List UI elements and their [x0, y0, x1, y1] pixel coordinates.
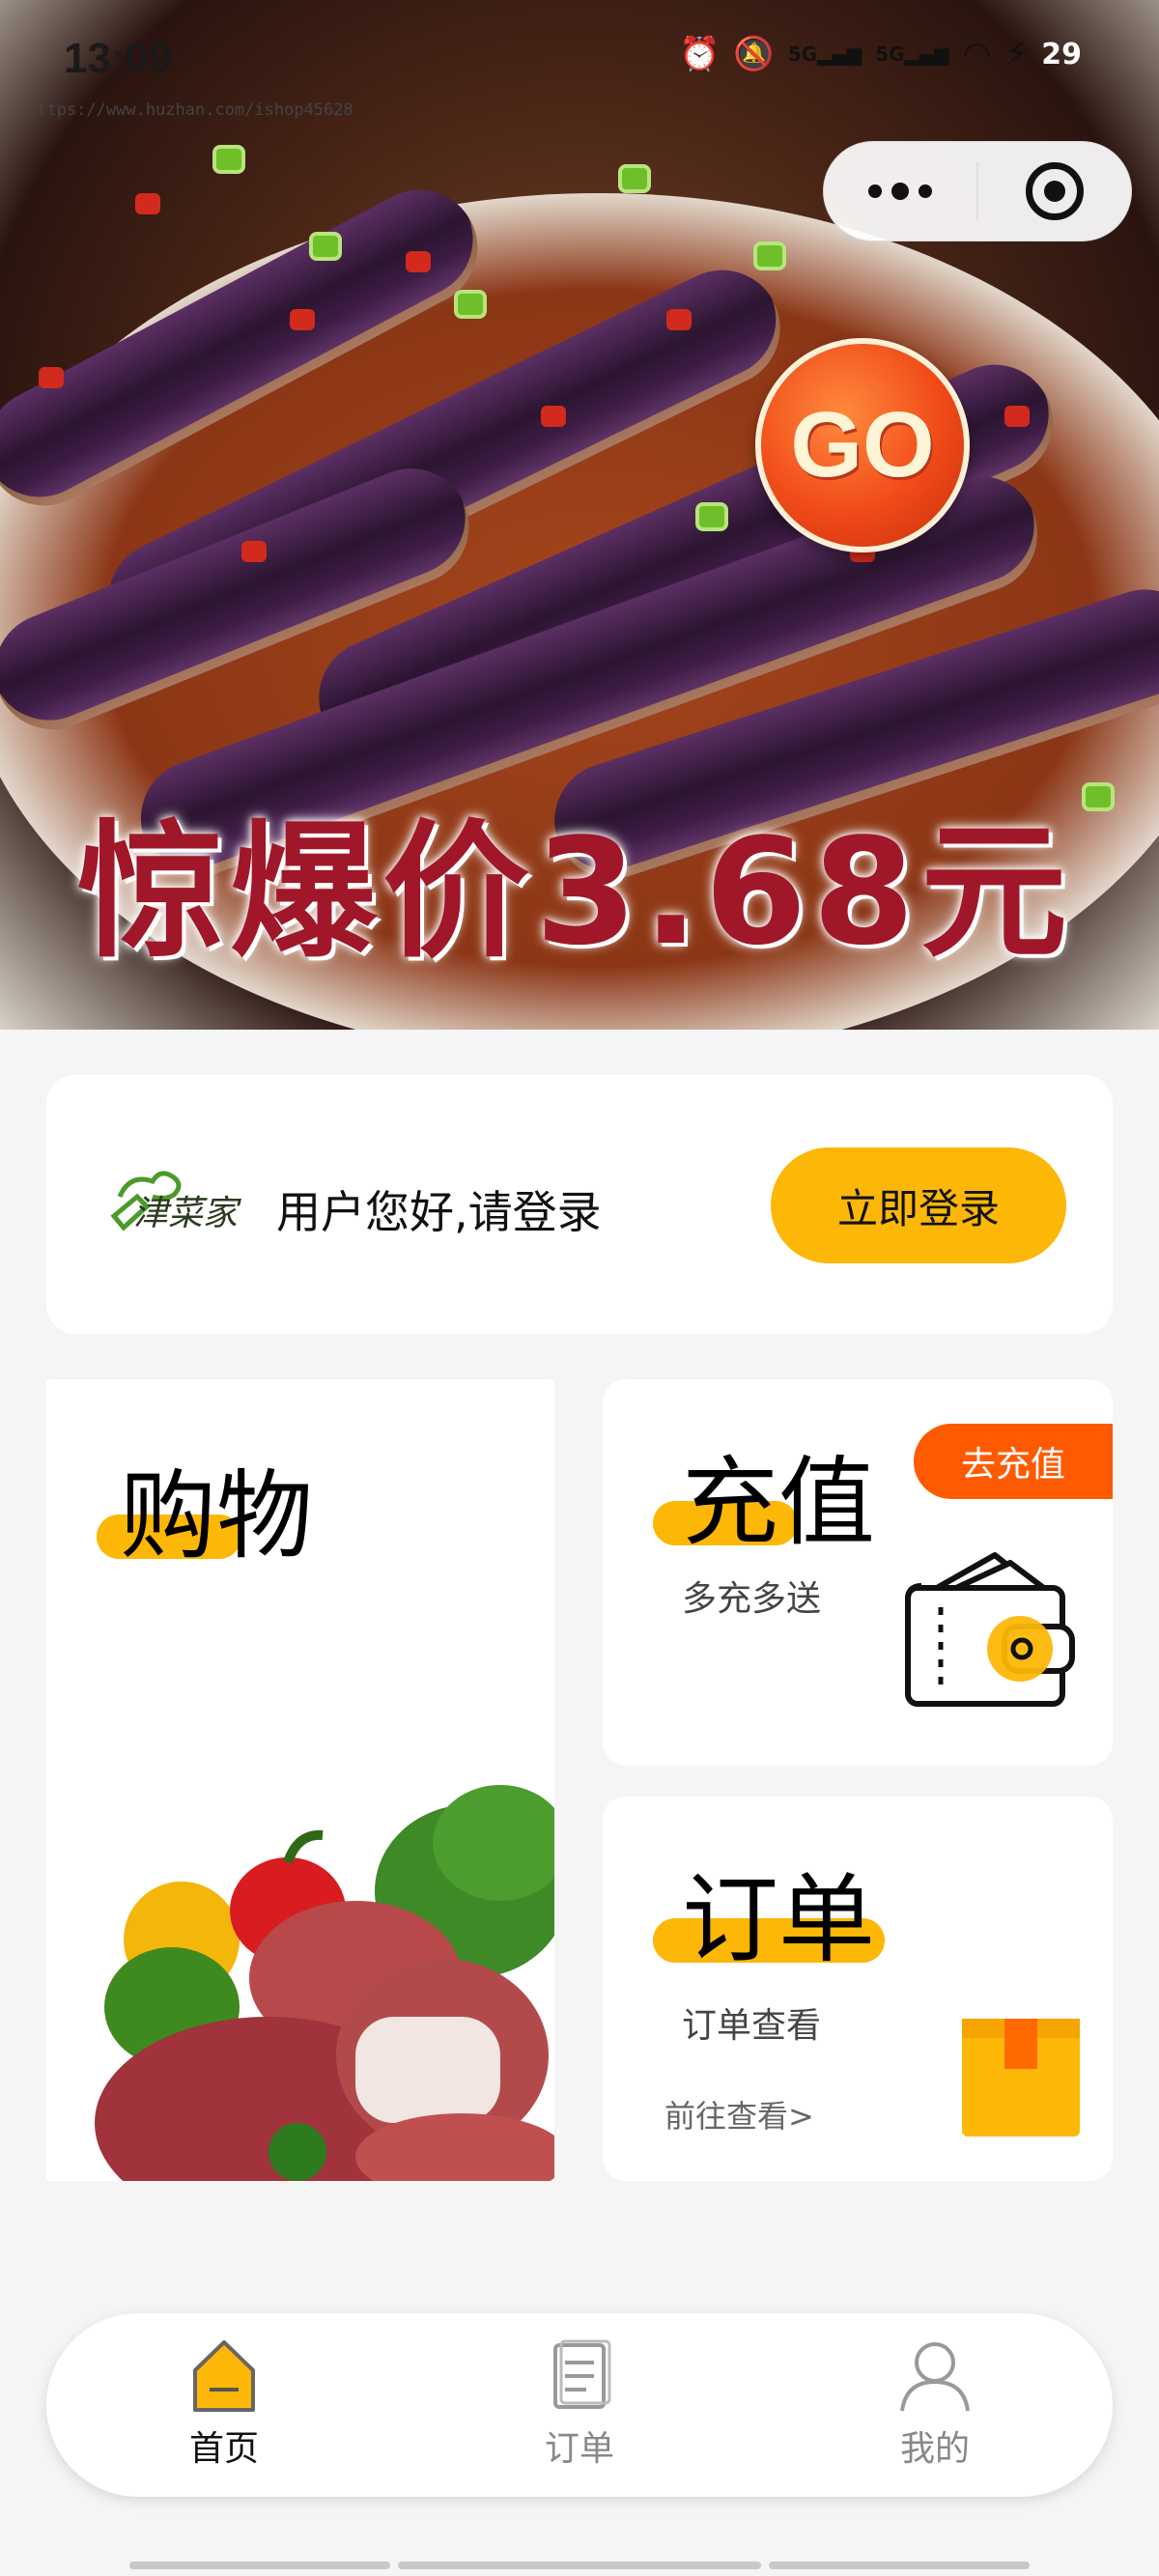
nav-label-profile: 我的 [899, 2429, 970, 2469]
order-list-icon [553, 2339, 611, 2409]
gesture-bar [769, 2562, 1030, 2569]
more-dot-icon [919, 184, 932, 198]
home-icon [193, 2340, 255, 2412]
signal-icon: 5G▂▄▆ [787, 42, 862, 66]
login-button[interactable]: 立即登录 [771, 1147, 1066, 1263]
shop-tile[interactable]: 购物 [46, 1379, 554, 2181]
go-badge[interactable]: GO [755, 338, 970, 552]
nav-label-orders: 订单 [544, 2429, 614, 2469]
gesture-bar [129, 2562, 390, 2569]
more-dot-icon [891, 183, 909, 200]
nav-label-home: 首页 [188, 2429, 259, 2469]
status-time: 13:09 [64, 35, 173, 82]
miniprogram-capsule [823, 141, 1132, 241]
alarm-icon: ⏰ [679, 35, 721, 73]
status-icons: ⏰ 🔕 5G▂▄▆ 5G▂▄▆ ◠ ⚡ 29 [679, 35, 1082, 73]
recharge-title: 充值 [682, 1446, 875, 1559]
mute-bell-icon: 🔕 [733, 35, 775, 73]
wifi-icon: ◠ [962, 35, 992, 73]
promo-price-text: 惊爆价3.68元 [77, 807, 1074, 977]
battery-level: 29 [1041, 37, 1082, 71]
brand-logo-text: 津菜家 [133, 1194, 239, 1233]
login-card: 津菜家 用户您好,请登录 立即登录 [46, 1075, 1113, 1334]
nav-item-home[interactable]: 首页 [46, 2313, 402, 2497]
recharge-tile[interactable]: 去充值 充值 多充多送 [603, 1379, 1113, 1766]
recharge-subtitle: 多充多送 [682, 1579, 822, 1619]
login-greeting: 用户您好,请登录 [276, 1186, 602, 1238]
orders-subtitle: 订单查看 [682, 2006, 822, 2046]
orders-title: 订单 [682, 1863, 875, 1976]
gesture-bar [398, 2562, 761, 2569]
recharge-tag-button[interactable]: 去充值 [914, 1424, 1113, 1499]
orders-tile[interactable]: 订单 订单查看 前往查看> [603, 1797, 1113, 2181]
nav-item-profile[interactable]: 我的 [757, 2313, 1113, 2497]
more-dot-icon [868, 184, 882, 198]
go-badge-label: GO [790, 393, 935, 496]
target-circle-icon [1026, 162, 1084, 220]
nav-item-orders[interactable]: 订单 [402, 2313, 757, 2497]
package-box-icon [962, 2019, 1080, 2137]
close-miniprogram-button[interactable] [978, 162, 1131, 220]
user-icon [900, 2342, 970, 2412]
shop-title: 购物 [120, 1459, 313, 1572]
signal-icon-2: 5G▂▄▆ [875, 42, 949, 66]
orders-view-link[interactable]: 前往查看> [664, 2092, 814, 2137]
more-options-button[interactable] [824, 142, 976, 241]
bottom-nav: 首页 订单 我的 [46, 2313, 1113, 2497]
wallet-icon [905, 1552, 1075, 1707]
app-page: GO 惊爆价3.68元 13:09 ⏰ 🔕 5G▂▄▆ 5G▂▄▆ ◠ ⚡ 29… [0, 0, 1159, 2576]
meat-vegetables-image [95, 1785, 554, 2181]
url-watermark: https://www.huzhan.com/ishop45628 [27, 100, 353, 120]
charging-icon: ⚡ [1004, 35, 1029, 73]
